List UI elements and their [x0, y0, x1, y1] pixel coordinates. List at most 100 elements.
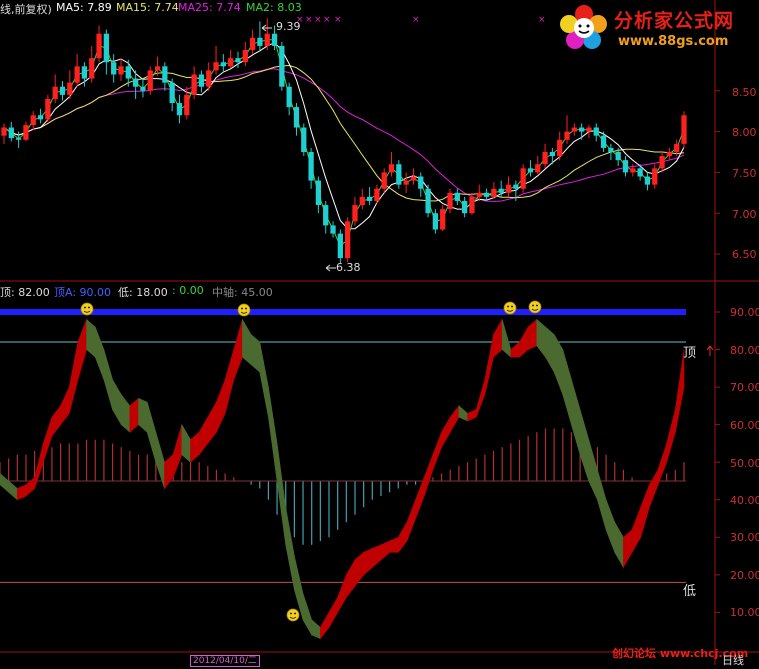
candle-body [8, 127, 14, 139]
ribbon-segment [233, 319, 243, 380]
signal-marker: × [334, 15, 342, 25]
smiley-eye [294, 612, 296, 615]
ribbon-segment [120, 393, 131, 433]
ribbon-segment [363, 548, 373, 576]
logo-url: www.88gs.com [618, 34, 729, 49]
ribbon-segment [112, 378, 122, 426]
candle-body [23, 125, 29, 140]
candle-body [659, 156, 665, 169]
ribbon-segment [675, 349, 685, 433]
candle-body [681, 115, 687, 144]
ribbon-segment [68, 341, 79, 414]
candle-body [30, 115, 36, 126]
ribbon-segment [77, 319, 87, 380]
ind-tick: 60.00 [730, 419, 759, 432]
ribbon-segment [190, 431, 200, 463]
candle-body [564, 131, 570, 140]
signal-marker: × [314, 15, 322, 25]
ribbon-segment [146, 402, 157, 463]
up-arrow-icon [706, 345, 714, 356]
ribbon-segment [415, 477, 425, 519]
ribbon-segment [60, 386, 70, 426]
ind-tick: 70.00 [730, 381, 759, 394]
candle-body [579, 127, 585, 132]
ribbon-segment [198, 416, 209, 456]
smiley-eye [532, 304, 534, 307]
ribbon-segment [94, 326, 105, 380]
candle-body [366, 196, 373, 201]
candle-body [535, 164, 541, 173]
candle-body [315, 180, 322, 206]
candle-body [132, 78, 139, 87]
indicator-panel [0, 300, 714, 640]
low-label: 6.38 [336, 261, 361, 274]
candle-body [37, 115, 44, 120]
candle-body [498, 188, 504, 193]
candle-body [74, 66, 80, 83]
legend-ma25: MA25: 7.74 [178, 1, 241, 14]
candle-body [388, 164, 395, 173]
candle-body [615, 152, 621, 161]
smiley-eye [536, 304, 538, 307]
chart-svg: ×××××××× [0, 0, 759, 665]
candle-body [176, 103, 183, 116]
ribbon-segment [553, 333, 564, 395]
ribbon-segment [640, 484, 650, 538]
low-arrow [325, 264, 336, 272]
legend-low: 低: 18.00 [118, 286, 168, 299]
ind-tick: 20.00 [730, 569, 759, 582]
candle-body [279, 45, 285, 87]
low-tag: 低 [683, 584, 697, 599]
candle-body [622, 160, 629, 173]
candle-body [644, 176, 651, 185]
ribbon-segment [657, 443, 667, 485]
signal-marker: × [323, 15, 331, 25]
price-tick: 6.50 [732, 248, 757, 261]
candle-body [359, 196, 365, 206]
ind-tick: 50.00 [730, 457, 759, 470]
ind-tick: 10.00 [730, 606, 759, 619]
ribbon-segment [389, 536, 399, 553]
legend-ma2: MA2: 8.03 [246, 1, 302, 14]
ribbon-segment [354, 551, 364, 587]
candle-body [666, 152, 673, 157]
ribbon-segment [571, 379, 581, 455]
ribbon-segment [666, 409, 676, 463]
candle-body [59, 86, 66, 95]
smiley-icon [286, 608, 300, 622]
candle-body [483, 192, 490, 197]
candle-body [396, 164, 402, 185]
smiley-eye [290, 612, 292, 615]
candle-body [249, 37, 256, 50]
smiley-face [528, 300, 542, 314]
candle-body [235, 58, 241, 63]
candle-body [652, 168, 658, 185]
candle-body [228, 58, 234, 67]
price-tick: 8.00 [732, 126, 757, 139]
site-logo: 分析家公式网 www.88gs.com [558, 2, 756, 54]
ribbon-segment [224, 349, 235, 414]
legend-zero: : 0.00 [172, 284, 204, 297]
candle-body [45, 98, 51, 120]
candle-body [103, 33, 109, 63]
ribbon-segment [588, 439, 598, 500]
signal-marker: × [305, 15, 313, 25]
high-label: 9.39 [276, 20, 301, 33]
ribbon-segment [129, 397, 139, 433]
candle-body [381, 172, 387, 189]
price-tick: 8.50 [732, 86, 757, 99]
ribbon-segment [649, 468, 659, 508]
candle-body [206, 70, 212, 87]
ribbon-segment [467, 409, 477, 422]
period-label: 日线 [722, 654, 744, 667]
candle-body [1, 127, 7, 136]
candle-body [220, 62, 226, 67]
ribbon-segment [172, 424, 183, 478]
candle-body [527, 168, 534, 173]
candle-body [81, 66, 88, 79]
candle-body [15, 138, 22, 140]
candle-body [374, 188, 380, 201]
candle-body [608, 147, 614, 152]
candle-body [169, 82, 175, 104]
candle-body [352, 205, 358, 222]
